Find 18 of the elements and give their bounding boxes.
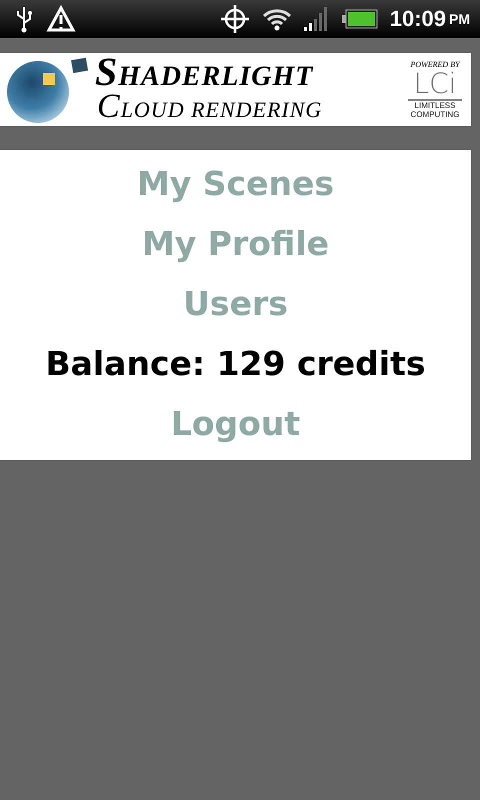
usb-icon: [14, 5, 34, 33]
powered-by-label: POWERED BY: [410, 60, 460, 69]
crosshair-icon: [220, 4, 250, 34]
warning-icon: [46, 5, 76, 33]
menu-link[interactable]: Logout: [170, 404, 300, 444]
menu-link[interactable]: My Scenes: [136, 164, 334, 204]
battery-icon: [342, 9, 378, 29]
app-subtitle: CLOUD RENDERING: [96, 92, 322, 124]
partner-name: COMPUTING: [410, 110, 460, 119]
partner-logo: LCi: [408, 69, 462, 101]
menu-link[interactable]: My Profile: [142, 224, 330, 264]
app-title: SHADERLIGHT: [95, 56, 314, 92]
menu-link[interactable]: Users: [183, 284, 288, 324]
clock-period: PM: [449, 11, 470, 27]
partner-name: LIMITLESS: [414, 101, 456, 110]
balance-text: Balance: 129 credits: [45, 344, 426, 384]
signal-icon: [304, 7, 330, 31]
clock-time: 10:09: [390, 6, 446, 32]
